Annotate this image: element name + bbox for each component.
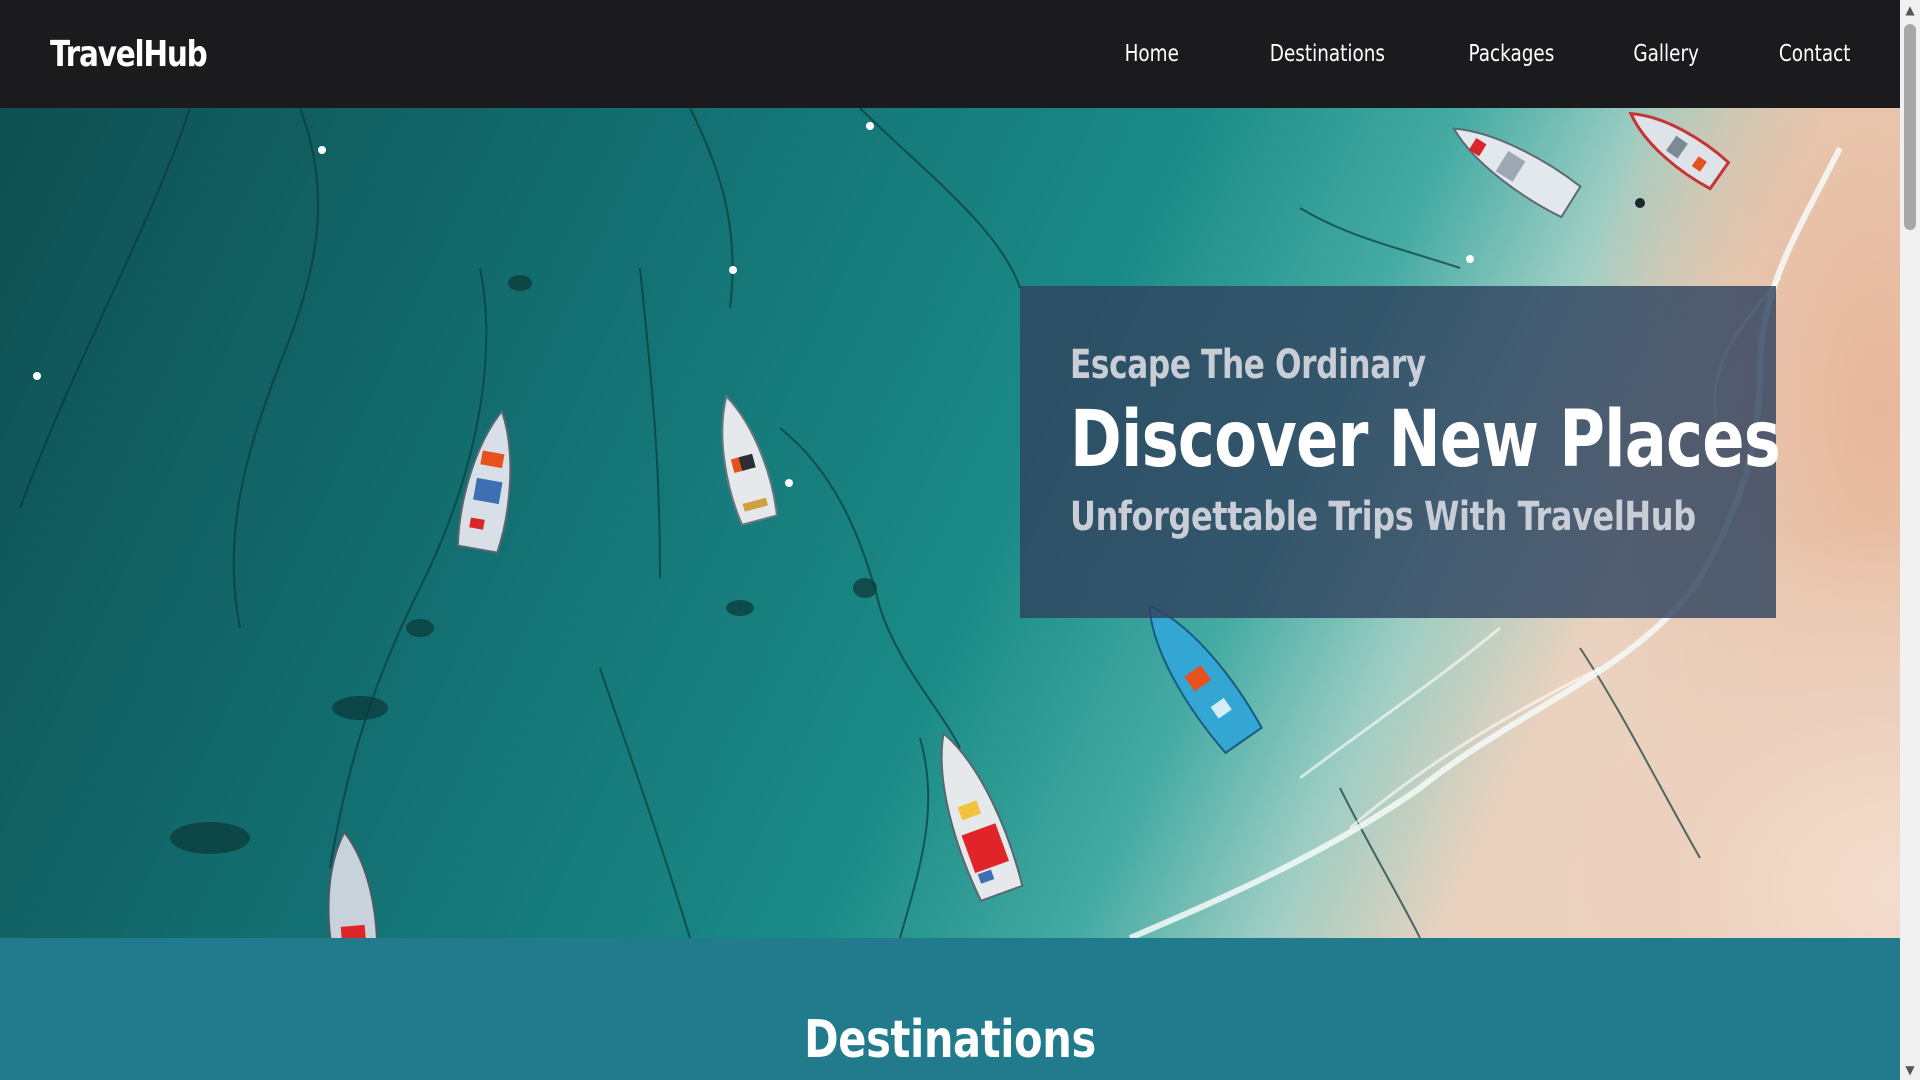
hero-title: Discover New Places bbox=[1070, 395, 1781, 485]
nav-link-destinations[interactable]: Destinations bbox=[1270, 41, 1385, 67]
hero-kicker: Escape The Ordinary bbox=[1070, 342, 1426, 388]
scroll-down-arrow-icon[interactable]: ▼ bbox=[1900, 1060, 1920, 1080]
nav-link-packages[interactable]: Packages bbox=[1469, 41, 1555, 67]
scrollbar-thumb[interactable] bbox=[1904, 24, 1916, 230]
destinations-section: Destinations bbox=[0, 938, 1900, 1080]
nav-link-contact[interactable]: Contact bbox=[1778, 41, 1850, 67]
destinations-title: Destinations bbox=[804, 1010, 1096, 1070]
brand-logo[interactable]: TravelHub bbox=[50, 34, 208, 75]
hero-subtitle: Unforgettable Trips With TravelHub bbox=[1070, 493, 1696, 540]
scroll-up-arrow-icon[interactable]: ▲ bbox=[1900, 0, 1920, 20]
hero-card: Escape The Ordinary Discover New Places … bbox=[1020, 286, 1781, 618]
nav-link-home[interactable]: Home bbox=[1125, 41, 1179, 67]
page-viewport: TravelHub Home Destinations Packages Gal… bbox=[0, 0, 1900, 1080]
hero-section: Escape The Ordinary Discover New Places … bbox=[0, 108, 1900, 938]
nav-menu: Home Destinations Packages Gallery Conta… bbox=[1049, 41, 1850, 67]
navbar: TravelHub Home Destinations Packages Gal… bbox=[0, 0, 1900, 108]
page-scrollbar[interactable]: ▲ ▼ bbox=[1900, 0, 1920, 1080]
nav-link-gallery[interactable]: Gallery bbox=[1633, 41, 1699, 67]
